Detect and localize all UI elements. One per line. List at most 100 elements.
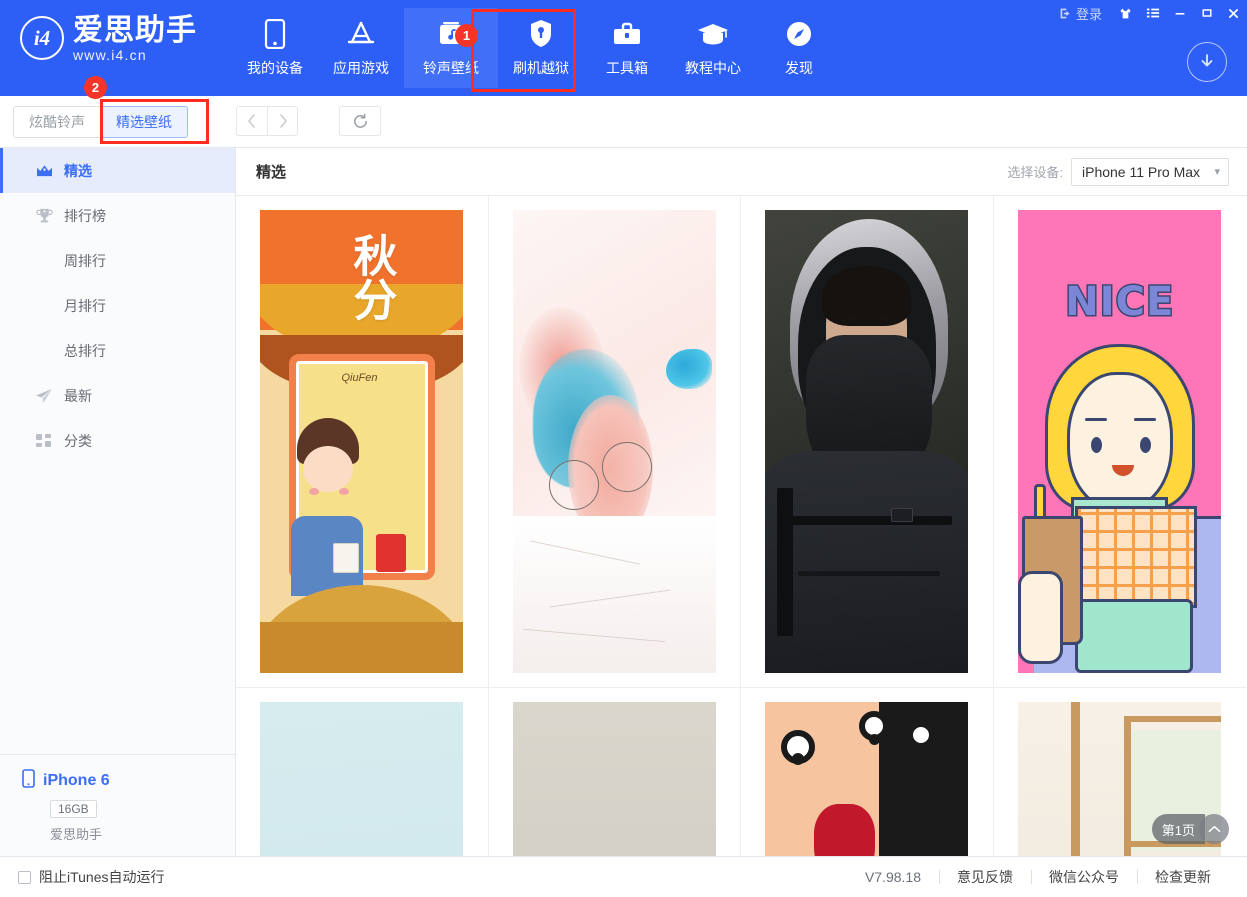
status-right-group: V7.98.18 意见反馈 微信公众号 检查更新 — [847, 867, 1229, 887]
sidebar-item-monthly-ranking[interactable]: 月排行 — [0, 283, 235, 328]
nav-item-my-device[interactable]: 我的设备 — [232, 8, 318, 88]
nav-label: 发现 — [785, 58, 813, 78]
crown-icon — [34, 164, 54, 178]
sidebar-item-label: 最新 — [64, 386, 92, 406]
list-icon — [1146, 6, 1160, 20]
menu-button[interactable] — [1139, 0, 1166, 26]
sidebar-item-label: 周排行 — [64, 251, 106, 271]
trophy-icon — [34, 207, 54, 224]
download-circle-icon — [1197, 52, 1217, 72]
window-controls: 登录 — [1055, 0, 1247, 26]
nav-label: 铃声壁纸 — [423, 58, 479, 78]
content-header: 精选 选择设备: iPhone 11 Pro Max ▾ — [236, 148, 1247, 196]
chevron-right-icon — [278, 114, 288, 128]
nav-item-toolbox[interactable]: 工具箱 — [584, 8, 670, 88]
chevron-down-icon: ▾ — [1214, 165, 1220, 178]
forward-button[interactable] — [267, 106, 298, 136]
page-indicator: 第1页 — [1152, 814, 1229, 844]
tab-cool-ringtones[interactable]: 炫酷铃声 — [13, 106, 100, 138]
brand-logo-icon: i4 — [20, 16, 64, 60]
content-area: 精选 选择设备: iPhone 11 Pro Max ▾ 秋分 QiuFen — [236, 148, 1247, 856]
wallpaper-cell[interactable] — [741, 196, 994, 688]
shirt-icon — [1119, 7, 1132, 20]
sidebar: 精选 排行榜 周排行 月排行 总排行 — [0, 148, 236, 856]
nav-item-ringtone-wallpaper[interactable]: 铃声壁纸 — [404, 8, 498, 88]
login-button[interactable]: 登录 — [1055, 0, 1112, 26]
wechat-link[interactable]: 微信公众号 — [1031, 867, 1137, 887]
nav-item-apps-games[interactable]: 应用游戏 — [318, 8, 404, 88]
skin-button[interactable] — [1112, 0, 1139, 26]
device-select-label: 选择设备: — [1007, 162, 1063, 181]
page-title: 精选 — [256, 161, 286, 182]
device-selector-group: 选择设备: iPhone 11 Pro Max ▾ — [1007, 158, 1229, 186]
maximize-icon — [1201, 7, 1213, 19]
category-tabs: 炫酷铃声 精选壁纸 — [13, 106, 188, 138]
appstore-icon — [345, 18, 377, 50]
wallpaper-cell[interactable] — [741, 688, 994, 856]
refresh-button[interactable] — [339, 106, 381, 136]
wallpaper-cell[interactable]: NICE — [994, 196, 1247, 688]
app-header: 登录 — [0, 0, 1247, 96]
wallpaper-grid: 秋分 QiuFen — [236, 196, 1247, 856]
minimize-button[interactable] — [1166, 0, 1193, 26]
nav-item-flash-jailbreak[interactable]: 刷机越狱 — [498, 8, 584, 88]
feedback-link[interactable]: 意见反馈 — [939, 867, 1031, 887]
device-select-value: iPhone 11 Pro Max — [1082, 164, 1200, 180]
block-itunes-checkbox[interactable]: 阻止iTunes自动运行 — [18, 867, 165, 887]
wallpaper-cell[interactable]: 秋分 QiuFen — [236, 196, 489, 688]
device-select-dropdown[interactable]: iPhone 11 Pro Max ▾ — [1071, 158, 1229, 186]
maximize-button[interactable] — [1193, 0, 1220, 26]
nav-item-discover[interactable]: 发现 — [756, 8, 842, 88]
sidebar-item-label: 分类 — [64, 431, 92, 451]
sidebar-item-label: 月排行 — [64, 296, 106, 316]
sidebar-item-label: 排行榜 — [64, 206, 106, 226]
wallpaper-thumbnail-umbrella — [513, 702, 716, 856]
wallpaper-cell[interactable] — [236, 688, 489, 856]
nav-label: 工具箱 — [606, 58, 648, 78]
wallpaper-cell[interactable] — [489, 688, 742, 856]
paper-plane-icon — [34, 388, 54, 404]
download-manager-button[interactable] — [1187, 42, 1227, 82]
nav-item-tutorial-center[interactable]: 教程中心 — [670, 8, 756, 88]
phone-small-icon — [22, 769, 35, 793]
brand: i4 爱思助手 www.i4.cn — [20, 14, 197, 63]
check-update-link[interactable]: 检查更新 — [1137, 867, 1229, 887]
app-window: 登录 — [0, 0, 1247, 897]
block-itunes-label: 阻止iTunes自动运行 — [39, 867, 165, 887]
sidebar-item-total-ranking[interactable]: 总排行 — [0, 328, 235, 373]
toolbox-icon — [612, 18, 642, 50]
device-capacity: 16GB — [50, 800, 97, 818]
flash-icon — [529, 18, 553, 50]
wallpaper-cell[interactable] — [489, 196, 742, 688]
checkbox-box-icon — [18, 871, 31, 884]
close-button[interactable] — [1220, 0, 1247, 26]
sidebar-item-ranking[interactable]: 排行榜 — [0, 193, 235, 238]
graduation-icon — [697, 18, 729, 50]
scroll-to-top-button[interactable] — [1199, 814, 1229, 844]
chevron-up-icon — [1208, 824, 1221, 834]
sidebar-item-weekly-ranking[interactable]: 周排行 — [0, 238, 235, 283]
nav-label: 我的设备 — [247, 58, 303, 78]
wallpaper-thumbnail-autumn: 秋分 QiuFen — [260, 210, 463, 673]
grid-icon — [34, 433, 54, 449]
wallpaper-thumbnail-hooded-figure — [765, 210, 968, 673]
wallpaper-thumbnail-shinchan — [765, 702, 968, 856]
version-label: V7.98.18 — [847, 869, 939, 885]
wallpaper-thumbnail-watercolor-anime — [513, 210, 716, 673]
tab-featured-wallpaper[interactable]: 精选壁纸 — [100, 106, 188, 138]
device-name: iPhone 6 — [43, 772, 110, 790]
sidebar-item-categories[interactable]: 分类 — [0, 418, 235, 463]
device-subtitle: 爱思助手 — [50, 824, 235, 843]
refresh-icon — [352, 113, 369, 130]
chevron-left-icon — [247, 114, 257, 128]
history-nav-buttons — [236, 106, 298, 136]
page-number-label: 第1页 — [1152, 814, 1205, 844]
sub-toolbar: 炫酷铃声 精选壁纸 如何设置壁纸? — [0, 96, 1247, 148]
back-button[interactable] — [236, 106, 267, 136]
connected-device-panel[interactable]: iPhone 6 16GB 爱思助手 — [0, 754, 235, 856]
brand-url: www.i4.cn — [73, 47, 197, 63]
wallpaper-thumbnail-nice-character: NICE — [1018, 210, 1221, 673]
sidebar-item-latest[interactable]: 最新 — [0, 373, 235, 418]
sidebar-item-featured[interactable]: 精选 — [0, 148, 235, 193]
login-icon — [1059, 7, 1072, 20]
